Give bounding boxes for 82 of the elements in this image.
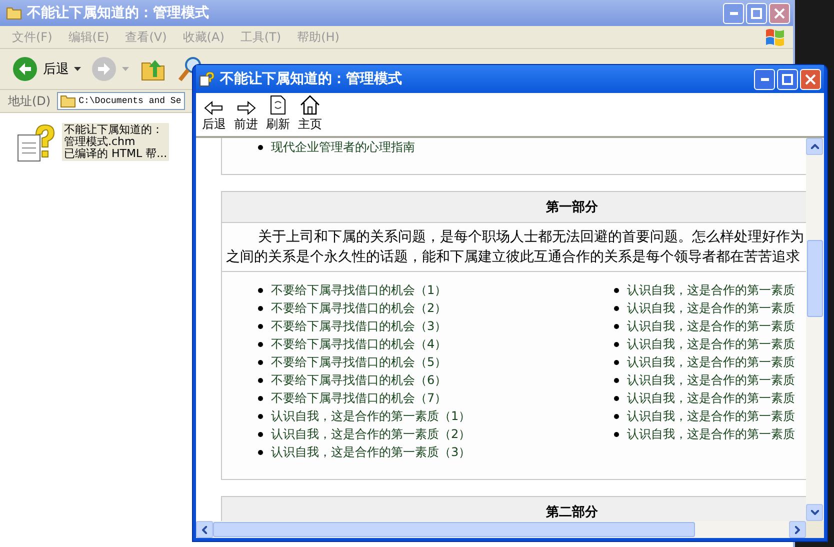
topic-link[interactable]: 不要给下属寻找借口的机会（2） (271, 300, 447, 316)
bullet-icon (258, 414, 263, 418)
back-button[interactable]: 后退 (200, 101, 228, 133)
scroll-thumb[interactable] (807, 240, 823, 317)
bullet-icon (258, 360, 263, 364)
close-icon (805, 74, 816, 84)
topic-link[interactable]: 认识自我，这是合作的第一素质 (627, 354, 795, 370)
home-button[interactable]: 主页 (296, 95, 324, 133)
scroll-thumb[interactable] (213, 522, 695, 537)
bullet-icon (614, 360, 619, 364)
section-heading: 第一部分 (222, 192, 806, 223)
topic-link[interactable]: 不要给下属寻找借口的机会（5） (271, 354, 447, 370)
right-arrow-icon (236, 101, 256, 115)
topic-link[interactable]: 认识自我，这是合作的第一素质（1） (271, 408, 471, 424)
home-icon (300, 95, 320, 115)
caret-icon (74, 67, 81, 71)
topic-link[interactable]: 不要给下属寻找借口的机会（6） (271, 372, 447, 388)
address-field[interactable]: C:\Documents and Se (56, 92, 185, 110)
bullet-icon (258, 342, 263, 346)
folder-icon (60, 94, 76, 108)
windows-flag-icon (763, 27, 787, 47)
bullet-icon (614, 288, 619, 292)
topic-link[interactable]: 认识自我，这是合作的第一素质（3） (271, 444, 471, 460)
topic-link[interactable]: 认识自我，这是合作的第一素质 (627, 282, 795, 298)
scroll-down-button[interactable] (806, 504, 823, 521)
bullet-icon (258, 324, 263, 328)
help-icon (199, 71, 215, 87)
section-heading: 第二部分 (222, 497, 806, 521)
folder-icon (6, 6, 22, 20)
refresh-button[interactable]: 刷新 (264, 95, 292, 133)
topic-link[interactable]: 不要给下属寻找借口的机会（3） (271, 318, 447, 334)
bullet-icon (258, 288, 263, 292)
bullet-icon (258, 396, 263, 400)
forward-button[interactable]: 前进 (232, 101, 260, 133)
bullet-icon (614, 378, 619, 382)
minimize-icon (760, 78, 768, 80)
topic-link[interactable]: 不要给下属寻找借口的机会（4） (271, 336, 447, 352)
minimize-button[interactable] (754, 68, 775, 90)
file-name[interactable]: 不能让下属知道的： 管理模式.chm 已编译的 HTML 帮... (62, 123, 170, 161)
maximize-icon (782, 74, 793, 84)
address-label: 地址(D) (8, 92, 51, 110)
caret-icon (122, 67, 129, 71)
scrollbar-corner (806, 521, 824, 538)
topic-link[interactable]: 认识自我，这是合作的第一素质 (627, 390, 795, 406)
bullet-icon (614, 324, 619, 328)
bullet-icon (614, 342, 619, 346)
maximize-button[interactable] (777, 68, 798, 90)
left-arrow-icon (204, 101, 224, 115)
topic-link[interactable]: 认识自我，这是合作的第一素质 (627, 318, 795, 334)
topic-link[interactable]: 认识自我，这是合作的第一素质 (627, 372, 795, 388)
topic-link[interactable]: 不要给下属寻找借口的机会（7） (271, 390, 447, 406)
topic-link[interactable]: 不要给下属寻找借口的机会（1） (271, 282, 447, 298)
bullet-icon (614, 432, 619, 436)
close-button[interactable] (800, 68, 821, 90)
topic-link[interactable]: 认识自我，这是合作的第一素质 (627, 426, 795, 442)
bullet-icon (258, 432, 263, 436)
bullet-icon (258, 378, 263, 382)
help-file-icon (16, 123, 56, 163)
topic-link[interactable]: 现代企业管理者的心理指南 (271, 138, 415, 156)
bullet-icon (258, 144, 263, 150)
paragraph-line: 关于上司和下属的关系问题，是每个职场人士都无法回避的首要问题。怎么样处理好作为 (257, 228, 804, 247)
minimize-icon (730, 12, 738, 14)
bullet-icon (614, 306, 619, 310)
topic-link[interactable]: 认识自我，这是合作的第一素质 (627, 300, 795, 316)
bullet-icon (258, 306, 263, 310)
vertical-scrollbar[interactable] (806, 138, 824, 521)
topic-link[interactable]: 认识自我，这是合作的第一素质 (627, 336, 795, 352)
maximize-icon (751, 8, 762, 18)
back-button[interactable]: 后退 (12, 56, 81, 82)
topic-link[interactable]: 认识自我，这是合作的第一素质 (627, 408, 795, 424)
paragraph-line: 之间的关系是个永久性的话题，能和下属建立彼此互通合作的关系是每个领导者都在苦苦追求 (226, 248, 800, 267)
bullet-icon (614, 396, 619, 400)
scroll-right-button[interactable] (789, 521, 806, 538)
scroll-up-button[interactable] (806, 138, 823, 155)
window-title: 不能让下属知道的：管理模式 (220, 70, 403, 88)
close-icon (774, 8, 785, 18)
horizontal-scrollbar[interactable] (196, 521, 806, 538)
bullet-icon (614, 414, 619, 418)
topic-link[interactable]: 认识自我，这是合作的第一素质（2） (271, 426, 471, 442)
bullet-icon (258, 450, 263, 454)
window-title: 不能让下属知道的：管理模式 (27, 4, 210, 22)
scroll-left-button[interactable] (196, 521, 213, 538)
